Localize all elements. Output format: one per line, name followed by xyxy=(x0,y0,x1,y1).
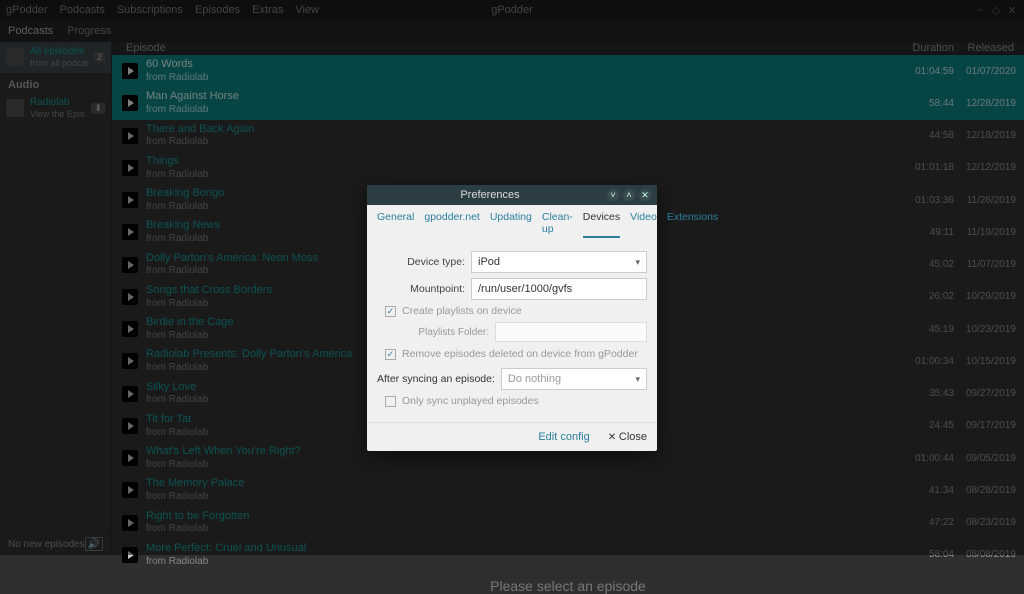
detail-pane: Please select an episode xyxy=(112,577,1024,594)
only-sync-unplayed-label: Only sync unplayed episodes xyxy=(402,395,539,407)
detail-placeholder: Please select an episode xyxy=(490,578,646,594)
pref-tab-cleanup[interactable]: Clean-up xyxy=(542,211,573,238)
episode-from: from Radiolab xyxy=(146,556,900,569)
pref-tab-extensions[interactable]: Extensions xyxy=(667,211,718,238)
remove-deleted-checkbox[interactable]: ✓ xyxy=(385,349,396,360)
device-type-select[interactable]: iPod xyxy=(471,251,647,273)
after-sync-select[interactable]: Do nothing xyxy=(501,368,647,390)
modal-overlay: Preferences ˅ ˄ ✕ General gpodder.net Up… xyxy=(0,0,1024,555)
device-type-label: Device type: xyxy=(377,256,465,268)
pref-tab-video[interactable]: Video xyxy=(630,211,657,238)
dialog-titlebar: Preferences ˅ ˄ ✕ xyxy=(367,185,657,205)
dialog-expand-icon[interactable]: ˄ xyxy=(623,189,635,201)
edit-config-button[interactable]: Edit config xyxy=(538,431,589,443)
create-playlists-checkbox[interactable]: ✓ xyxy=(385,306,396,317)
close-button[interactable]: Close xyxy=(608,431,647,443)
create-playlists-label: Create playlists on device xyxy=(402,305,522,317)
dialog-title: Preferences xyxy=(373,189,607,201)
pref-tab-updating[interactable]: Updating xyxy=(490,211,532,238)
remove-deleted-label: Remove episodes deleted on device from g… xyxy=(402,348,638,360)
preferences-dialog: Preferences ˅ ˄ ✕ General gpodder.net Up… xyxy=(367,185,657,451)
pref-tab-devices[interactable]: Devices xyxy=(583,211,620,238)
playlists-folder-input[interactable] xyxy=(495,322,647,342)
dialog-rollup-icon[interactable]: ˅ xyxy=(607,189,619,201)
mountpoint-label: Mountpoint: xyxy=(377,283,465,295)
pref-tabs: General gpodder.net Updating Clean-up De… xyxy=(367,205,657,240)
pref-tab-general[interactable]: General xyxy=(377,211,414,238)
after-sync-label: After syncing an episode: xyxy=(377,373,495,385)
dialog-close-icon[interactable]: ✕ xyxy=(639,189,651,201)
only-sync-unplayed-checkbox[interactable] xyxy=(385,396,396,407)
mountpoint-input[interactable]: /run/user/1000/gvfs xyxy=(471,278,647,300)
playlists-folder-label: Playlists Folder: xyxy=(377,327,489,338)
pref-tab-gpoddernet[interactable]: gpodder.net xyxy=(424,211,479,238)
